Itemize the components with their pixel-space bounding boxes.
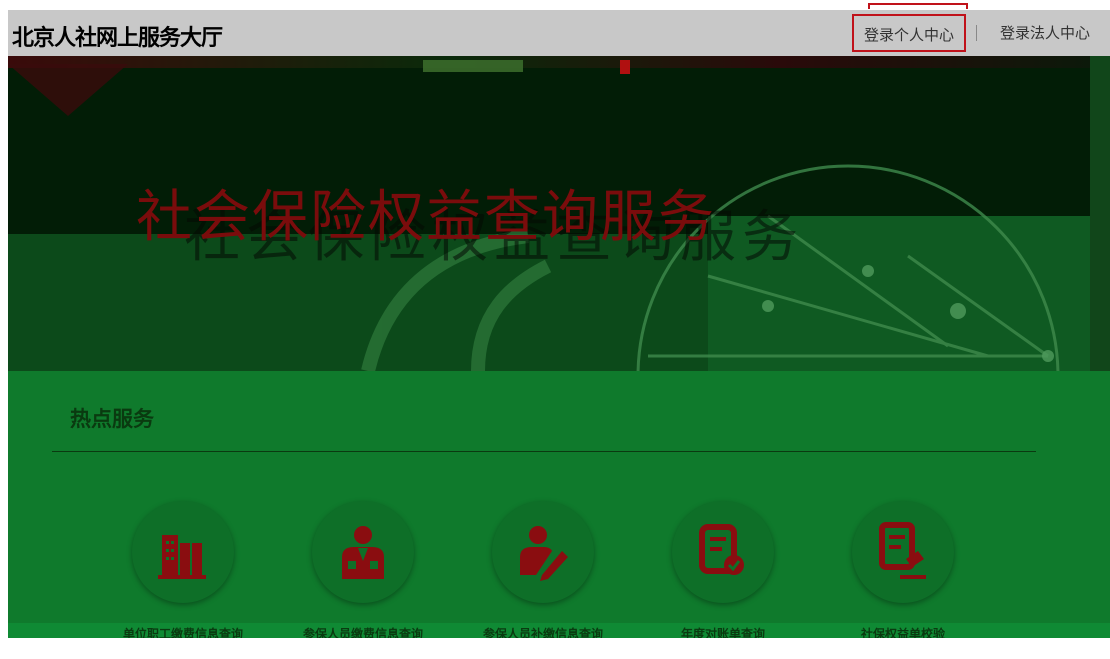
document-check-icon (699, 524, 744, 575)
service-icon-circle[interactable] (132, 501, 234, 603)
section-divider (52, 451, 1036, 452)
service-icon-circle[interactable] (492, 501, 594, 603)
service-icon-circle[interactable] (672, 501, 774, 603)
building-icon (158, 535, 206, 579)
site-brand: 北京人社网上服务大厅 (8, 10, 308, 56)
person-edit-icon (520, 526, 568, 581)
service-icon-circle[interactable] (312, 501, 414, 603)
document-gavel-icon (879, 522, 926, 579)
page-bottom-margin (0, 638, 1110, 659)
login-personal-center-button[interactable]: 登录个人中心 (852, 14, 966, 52)
service-item-rights-verify[interactable]: 社保权益单校验 (828, 501, 968, 641)
service-item-insured-payment[interactable]: 参保人员缴费信息查询 (288, 501, 428, 641)
site-title: 北京人社网上服务大厅 (12, 26, 223, 51)
section-title: 热点服务 (70, 407, 154, 431)
top-header: 北京人社网上服务大厅 登录个人中心 登录法人中心 (0, 0, 1110, 62)
hero-banner: 社会保险权益查询服务 社会保险权益查询服务 (8, 56, 1110, 371)
service-item-unit-payment[interactable]: 单位职工缴费信息查询 (108, 501, 248, 641)
login-highlight-frame (868, 3, 968, 9)
service-item-annual-statement[interactable]: 年度对账单查询 (648, 501, 788, 641)
service-item-insured-supplement[interactable]: 参保人员补缴信息查询 (468, 501, 608, 641)
login-divider (976, 25, 977, 41)
login-area: 登录个人中心 登录法人中心 (300, 3, 1110, 56)
login-corporate-center-button[interactable]: 登录法人中心 (990, 14, 1100, 52)
service-icon-circle[interactable] (852, 501, 954, 603)
person-suit-icon (342, 526, 384, 579)
hot-services-section: 热点服务 单位职工缴费信息查询 参保人员缴费信息查询 参保人员补缴信息查询 年度… (8, 371, 1110, 659)
banner-title: 社会保险权益查询服务 (136, 185, 716, 250)
